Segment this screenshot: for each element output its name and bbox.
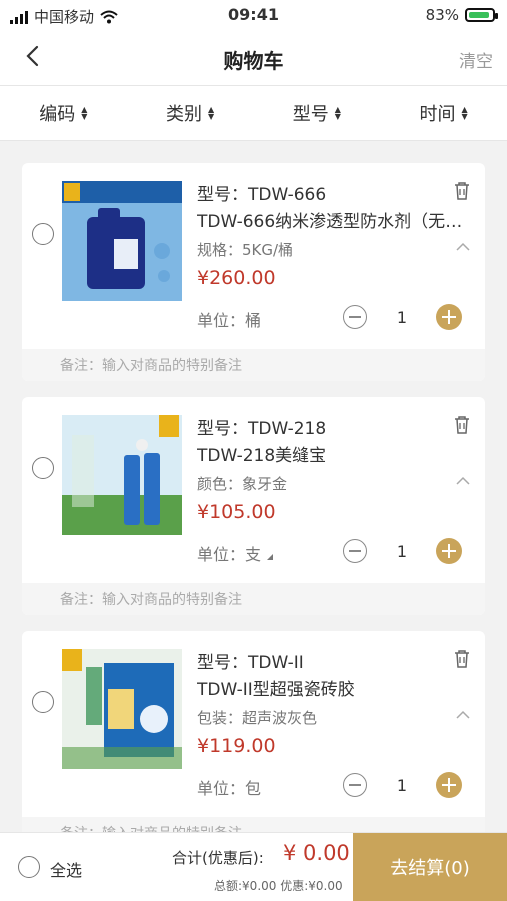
increase-qty-button[interactable] <box>436 304 462 330</box>
product-image[interactable] <box>62 649 182 769</box>
item-select-radio[interactable] <box>32 223 54 245</box>
increase-qty-button[interactable] <box>436 538 462 564</box>
item-price: ¥260.00 <box>197 267 276 289</box>
battery-percent: 83% <box>425 6 459 24</box>
select-all-radio[interactable] <box>18 856 40 878</box>
item-model: 型号：TDW-218 <box>197 419 327 439</box>
status-right: 83% <box>425 6 498 24</box>
item-unit: 单位：桶 <box>197 307 261 331</box>
unit-label: 单位：包 <box>197 779 262 798</box>
checkout-button[interactable]: 去结算(0) <box>353 833 507 901</box>
item-name[interactable]: TDW-II型超强瓷砖胶 <box>197 675 469 700</box>
decrease-qty-button[interactable] <box>343 773 367 797</box>
sort-label: 类别 <box>166 104 203 125</box>
trash-icon[interactable] <box>453 415 471 435</box>
product-image[interactable] <box>62 415 182 535</box>
checkout-bar: 全选 合计(优惠后): ¥ 0.00 总额:¥0.00 优惠:¥0.00 去结算… <box>0 832 507 901</box>
sort-arrows-icon: ▲ ▼ <box>81 105 88 121</box>
sort-label: 时间 <box>419 104 456 125</box>
sort-label: 编码 <box>39 104 76 125</box>
chevron-up-icon[interactable] <box>455 709 471 721</box>
item-quantity[interactable]: 1 <box>390 776 414 795</box>
sort-by-model[interactable]: 型号 ▲ ▼ <box>254 86 381 140</box>
item-price: ¥119.00 <box>197 735 276 757</box>
sort-by-code[interactable]: 编码 ▲ ▼ <box>0 86 127 140</box>
nav-bar: 购物车 清空 <box>0 30 507 86</box>
cart-item-card: 型号：TDW-218 TDW-218美缝宝 颜色：象牙金 ¥105.00 单位：… <box>22 397 485 615</box>
dropdown-triangle-icon <box>267 554 274 560</box>
item-remark-input[interactable]: 备注：输入对商品的特别备注 <box>22 349 485 381</box>
battery-icon <box>465 8 498 22</box>
subtotal-discount-text: 总额:¥0.00 优惠:¥0.00 <box>214 879 343 893</box>
item-spec: 规格：5KG/桶 <box>197 241 294 259</box>
unit-label: 单位：支 <box>197 545 262 564</box>
sort-arrows-icon: ▲ ▼ <box>461 105 468 121</box>
item-unit-selector[interactable]: 单位：支 <box>197 541 274 565</box>
item-unit: 单位：包 <box>197 775 261 799</box>
item-quantity[interactable]: 1 <box>390 542 414 561</box>
total-label: 合计(优惠后): <box>172 849 264 867</box>
cart-item-card: 型号：TDW-666 TDW-666纳米渗透型防水剂（无色透明） 规格：5KG/… <box>22 163 485 381</box>
sort-arrows-icon: ▲ ▼ <box>208 105 215 121</box>
product-image[interactable] <box>62 181 182 301</box>
sort-label: 型号 <box>292 104 329 125</box>
item-spec: 颜色：象牙金 <box>197 475 288 493</box>
item-price: ¥105.00 <box>197 501 276 523</box>
item-model: 型号：TDW-II <box>197 653 304 673</box>
cart-item-card: 型号：TDW-II TDW-II型超强瓷砖胶 包装：超声波灰色 ¥119.00 … <box>22 631 485 849</box>
sort-arrows-icon: ▲ ▼ <box>334 105 341 121</box>
chevron-up-icon[interactable] <box>455 475 471 487</box>
unit-label: 单位：桶 <box>197 311 262 330</box>
clear-cart-button[interactable]: 清空 <box>459 47 493 72</box>
status-bar: 中国移动 09:41 83% <box>0 0 507 30</box>
sort-by-time[interactable]: 时间 ▲ ▼ <box>380 86 507 140</box>
select-all-label[interactable]: 全选 <box>50 857 82 881</box>
sort-by-category[interactable]: 类别 ▲ ▼ <box>127 86 254 140</box>
item-select-radio[interactable] <box>32 691 54 713</box>
item-remark-input[interactable]: 备注：输入对商品的特别备注 <box>22 583 485 615</box>
item-select-radio[interactable] <box>32 457 54 479</box>
item-name[interactable]: TDW-218美缝宝 <box>197 441 469 466</box>
page-title: 购物车 <box>223 49 284 73</box>
chevron-up-icon[interactable] <box>455 241 471 253</box>
trash-icon[interactable] <box>453 649 471 669</box>
decrease-qty-button[interactable] <box>343 539 367 563</box>
item-name[interactable]: TDW-666纳米渗透型防水剂（无色透明） <box>197 207 469 232</box>
decrease-qty-button[interactable] <box>343 305 367 329</box>
sort-bar: 编码 ▲ ▼ 类别 ▲ ▼ 型号 ▲ ▼ 时间 ▲ ▼ <box>0 86 507 141</box>
item-model: 型号：TDW-666 <box>197 185 327 205</box>
item-quantity[interactable]: 1 <box>390 308 414 327</box>
total-value: ¥ 0.00 <box>283 841 350 865</box>
item-spec: 包装：超声波灰色 <box>197 709 318 727</box>
increase-qty-button[interactable] <box>436 772 462 798</box>
trash-icon[interactable] <box>453 181 471 201</box>
